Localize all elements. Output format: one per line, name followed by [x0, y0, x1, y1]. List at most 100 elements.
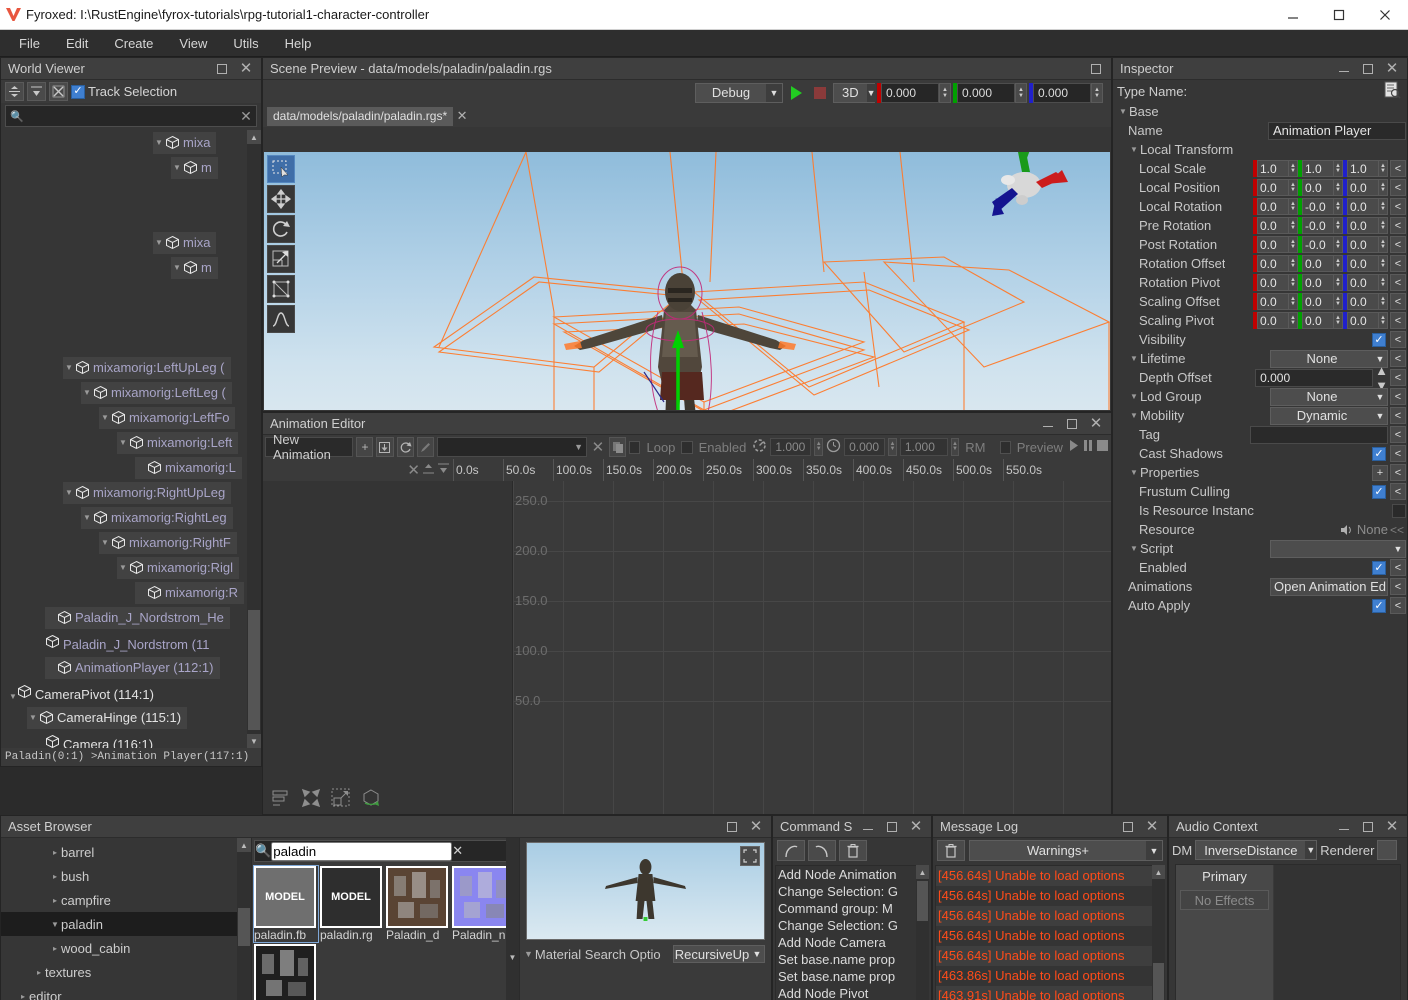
world-viewer-node[interactable]: ▼ mixamorig:Left [1, 430, 261, 455]
expander-icon[interactable]: ▼ [1117, 107, 1129, 116]
material-search-dropdown[interactable]: RecursiveUp ▼ [673, 945, 765, 963]
renderer-dropdown[interactable] [1377, 840, 1398, 860]
world-viewer-node[interactable] [1, 280, 261, 305]
world-viewer-node[interactable]: ▼ mixamorig:LeftUpLeg ( [1, 355, 261, 380]
loop-checkbox[interactable] [629, 440, 641, 454]
redo-icon[interactable] [808, 840, 836, 861]
expander-icon[interactable]: ▼ [1128, 411, 1140, 420]
audio-bus-graph[interactable] [1274, 865, 1400, 1000]
command-item[interactable]: Set base.name prop [776, 951, 928, 968]
vector-component[interactable]: 0.0 [1302, 274, 1334, 291]
inspector-close-button[interactable]: ✕ [1381, 60, 1403, 78]
scroll-down-icon[interactable]: ▼ [506, 950, 519, 964]
spinner[interactable]: ▲ ▼ [1289, 179, 1298, 196]
stop-preview-icon[interactable] [1096, 439, 1109, 455]
scroll-down-icon[interactable]: ▼ [247, 734, 261, 748]
wv-maximize-button[interactable] [211, 60, 233, 78]
animation-selector-dropdown[interactable]: ▼ [436, 437, 587, 457]
ac-minimize-button[interactable] [1333, 818, 1355, 836]
time-end-value[interactable]: 1.000 [899, 438, 948, 456]
revert-button[interactable]: < [1390, 236, 1406, 253]
asset-folder-row[interactable]: ▼ paladin [1, 912, 251, 936]
spinner[interactable]: ▲ ▼ [1379, 236, 1388, 253]
pause-preview-icon[interactable] [1083, 439, 1093, 455]
add-property-button[interactable]: + [1372, 464, 1388, 481]
vector-component[interactable]: 0.0 [1257, 293, 1289, 310]
trash-icon[interactable] [839, 840, 867, 861]
vector3-field[interactable]: 0.0 ▲ ▼ -0.0 ▲ ▼ 0.0 ▲ ▼ [1253, 198, 1388, 215]
vector-component[interactable]: 0.0 [1347, 236, 1379, 253]
spinner[interactable]: ▲ ▼ [1334, 179, 1343, 196]
vector3-field[interactable]: 0.0 ▲ ▼ -0.0 ▲ ▼ 0.0 ▲ ▼ [1253, 236, 1388, 253]
vector-component[interactable]: -0.0 [1302, 236, 1334, 253]
asset-tree-scrollbar[interactable]: ▲ ▼ [237, 838, 251, 1000]
coord-y-field[interactable]: 0.000 ▲ ▼ [953, 82, 1027, 103]
asset-folder-row[interactable]: ▸ editor [1, 984, 251, 1000]
preview-checkbox[interactable] [999, 440, 1011, 454]
vector-component[interactable]: 1.0 [1257, 160, 1289, 177]
vector3-field[interactable]: 0.0 ▲ ▼ -0.0 ▲ ▼ 0.0 ▲ ▼ [1253, 217, 1388, 234]
expander-icon[interactable]: ▼ [9, 692, 17, 701]
world-viewer-node[interactable]: Paladin_J_Nordstrom_He [1, 605, 261, 630]
vector-component[interactable]: 0.0 [1302, 293, 1334, 310]
maximize-button[interactable] [1316, 0, 1362, 30]
spinner[interactable]: ▲ ▼ [1379, 198, 1388, 215]
coord-z-field[interactable]: 0.000 ▲ ▼ [1029, 82, 1103, 103]
revert-button[interactable]: < [1390, 217, 1406, 234]
coord-x-spinner[interactable]: ▲ ▼ [939, 82, 951, 103]
spinner[interactable]: ▲ ▼ [1334, 217, 1343, 234]
vector3-field[interactable]: 1.0 ▲ ▼ 1.0 ▲ ▼ 1.0 ▲ ▼ [1253, 160, 1388, 177]
clear-tracks-icon[interactable]: ✕ [407, 461, 420, 479]
vector-component[interactable]: 0.0 [1257, 198, 1289, 215]
trash-icon[interactable] [937, 840, 965, 861]
expander-icon[interactable]: ▸ [49, 896, 61, 905]
play-preview-icon[interactable] [1069, 439, 1080, 455]
vector3-field[interactable]: 0.0 ▲ ▼ 0.0 ▲ ▼ 0.0 ▲ ▼ [1253, 255, 1388, 272]
revert-button[interactable]: < [1390, 483, 1406, 500]
expand-all-icon[interactable] [27, 82, 46, 101]
number-field[interactable]: 0.000 [1255, 368, 1374, 387]
asset-folder-tree[interactable]: ▸ barrel ▸ bush ▸ campfire ▼ paladin ▸ wood_cabin… [1, 838, 251, 1000]
stop-button[interactable] [809, 82, 831, 103]
world-viewer-search[interactable]: 🔍 ✕ [5, 105, 257, 127]
spinner[interactable]: ▲ ▼ [1379, 274, 1388, 291]
vector3-field[interactable]: 0.0 ▲ ▼ 0.0 ▲ ▼ 0.0 ▲ ▼ [1253, 179, 1388, 196]
revert-button[interactable]: < [1390, 255, 1406, 272]
vector-component[interactable]: 0.0 [1257, 255, 1289, 272]
menu-file[interactable]: File [6, 33, 53, 54]
dropdown[interactable]: None ▼ [1270, 387, 1388, 406]
revert-button[interactable]: < [1390, 293, 1406, 310]
vector-component[interactable]: 1.0 [1302, 160, 1334, 177]
vector-component[interactable]: 0.0 [1257, 274, 1289, 291]
asset-item[interactable]: Paladin_s [254, 944, 318, 1000]
scroll-thumb[interactable] [238, 908, 250, 946]
world-viewer-node[interactable]: ▼ CameraPivot (114:1) [1, 680, 261, 705]
type-info-icon[interactable] [1383, 81, 1407, 102]
speed-spinner[interactable]: ▲ ▼ [814, 438, 824, 456]
cs-maximize-button[interactable] [881, 818, 903, 836]
spinner[interactable]: ▲ ▼ [1379, 312, 1388, 329]
vector-component[interactable]: 0.0 [1302, 179, 1334, 196]
chevron-down-icon[interactable]: ▼ [524, 949, 533, 959]
spinner[interactable]: ▲ ▼ [1334, 198, 1343, 215]
cs-minimize-button[interactable] [857, 818, 879, 836]
world-viewer-node[interactable]: mixamorig:L [1, 455, 261, 480]
asset-folder-row[interactable]: ▸ campfire [1, 888, 251, 912]
spinner[interactable]: ▲ ▼ [1379, 293, 1388, 310]
coord-y-spinner[interactable]: ▲ ▼ [1015, 82, 1027, 103]
clear-search-icon[interactable]: ✕ [236, 108, 256, 125]
distance-model-dropdown[interactable]: InverseDistance ▼ [1195, 840, 1318, 860]
move-tool-icon[interactable] [267, 185, 295, 213]
asset-3d-preview[interactable] [526, 842, 765, 940]
message-list[interactable]: [456.64s] Unable to load options [456.64s… [935, 865, 1165, 1000]
expander-icon[interactable]: ▼ [63, 363, 75, 372]
resource-locate-button[interactable]: << [1390, 523, 1406, 537]
collapse-tracks-icon[interactable] [422, 462, 435, 478]
vector-component[interactable]: -0.0 [1302, 217, 1334, 234]
expander-icon[interactable]: ▼ [99, 538, 111, 547]
vector-component[interactable]: 0.0 [1347, 274, 1379, 291]
vector-component[interactable]: 0.0 [1302, 255, 1334, 272]
terrain-tool-icon[interactable] [267, 305, 295, 333]
spinner[interactable]: ▲ ▼ [1289, 236, 1298, 253]
expander-icon[interactable]: ▼ [171, 263, 183, 272]
